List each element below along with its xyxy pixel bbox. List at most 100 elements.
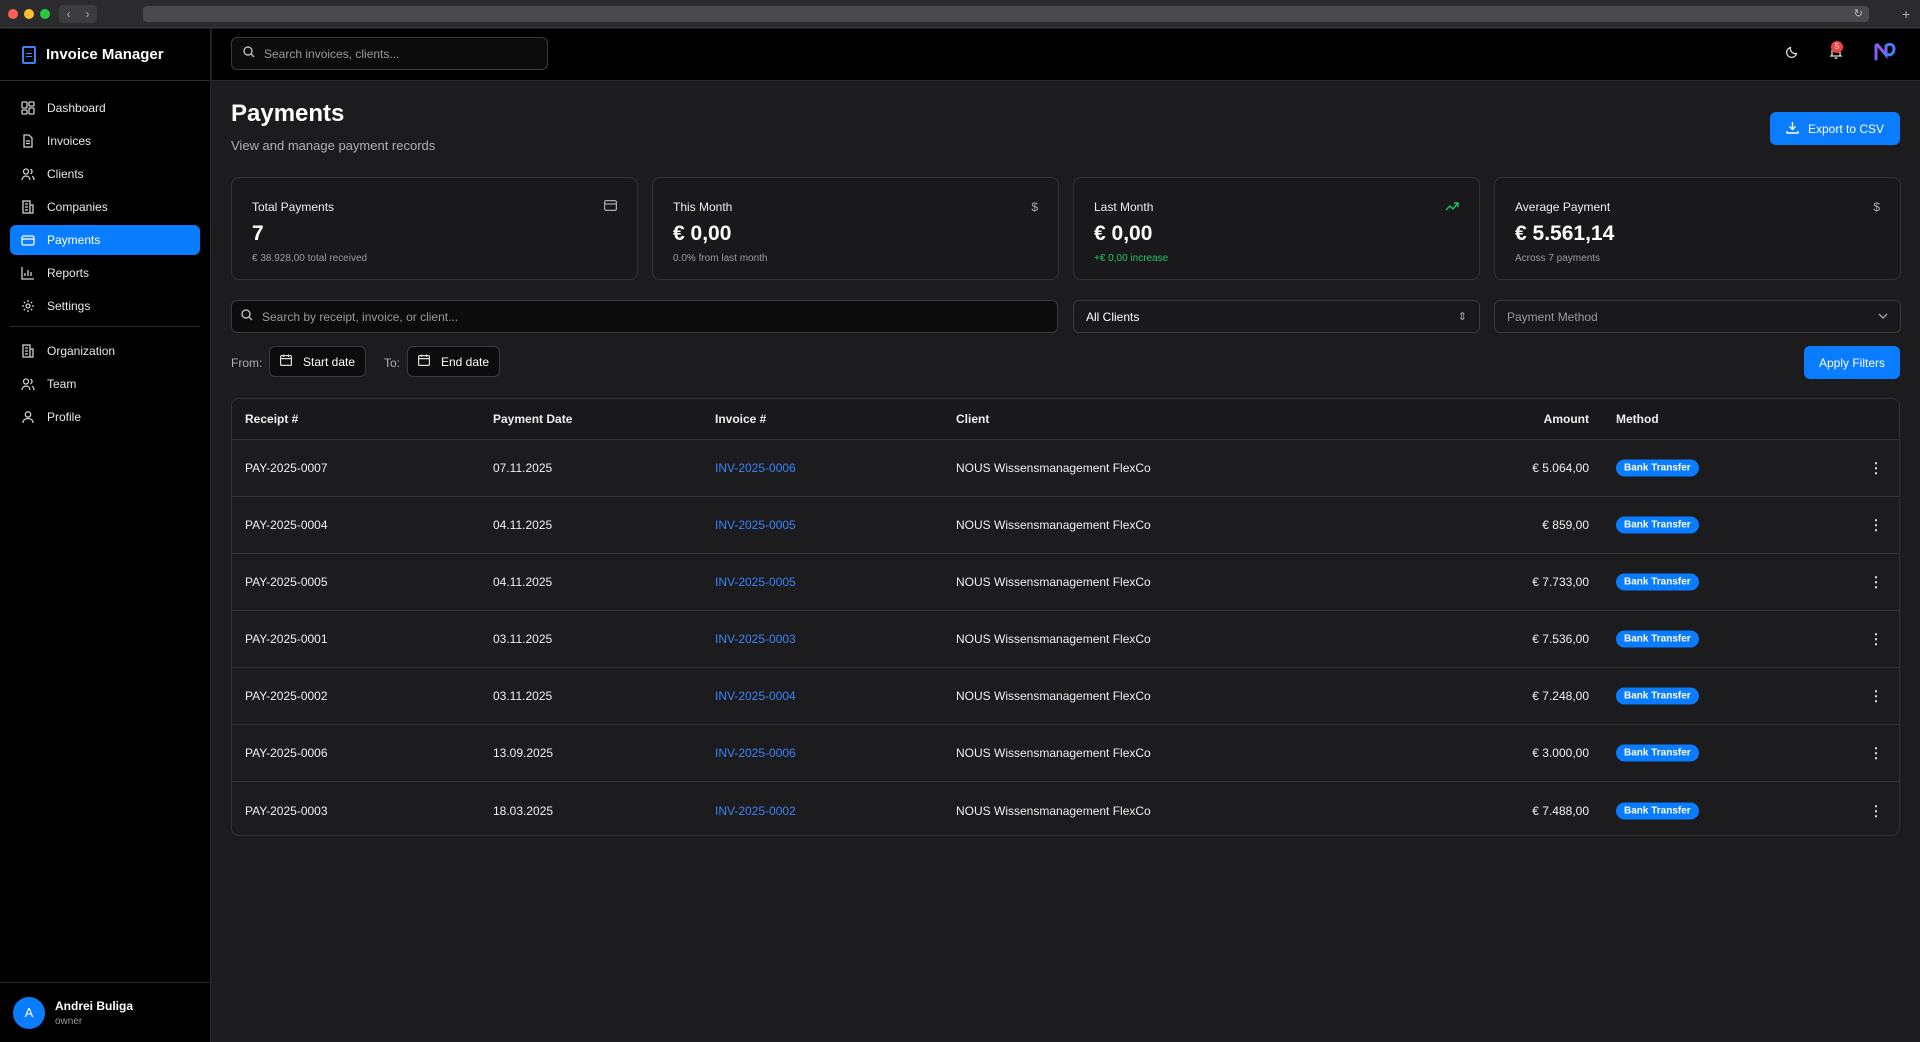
invoice-link[interactable]: INV-2025-0006: [715, 746, 796, 760]
column-header-client[interactable]: Client: [956, 412, 989, 426]
invoice-link[interactable]: INV-2025-0005: [715, 518, 796, 532]
user-name: Andrei Buliga: [55, 998, 134, 1013]
client-name: NOUS Wissensmanagement FlexCo: [956, 518, 1151, 532]
back-icon[interactable]: ‹: [59, 5, 78, 23]
sidebar-item-settings[interactable]: Settings: [10, 291, 200, 321]
more-options-icon[interactable]: ⋮: [1869, 802, 1883, 819]
app-name: Invoice Manager: [46, 46, 164, 63]
sidebar-item-companies[interactable]: Companies: [10, 192, 200, 222]
dollar-icon: $: [1873, 200, 1880, 214]
stat-title: Last Month: [1094, 200, 1154, 214]
reload-icon[interactable]: ↻: [1854, 7, 1863, 20]
column-header-receipt[interactable]: Receipt #: [245, 412, 298, 426]
brand-logo-icon[interactable]: [1874, 42, 1896, 66]
more-options-icon[interactable]: ⋮: [1869, 517, 1883, 534]
sidebar-item-team[interactable]: Team: [10, 369, 200, 399]
table-row[interactable]: PAY-2025-0004 04.11.2025 INV-2025-0005 N…: [232, 497, 1899, 554]
payment-amount: € 7.536,00: [1532, 632, 1589, 646]
column-header-amount[interactable]: Amount: [1544, 412, 1589, 426]
sidebar-item-dashboard[interactable]: Dashboard: [10, 93, 200, 123]
stat-title: Total Payments: [252, 200, 335, 214]
new-tab-icon[interactable]: +: [1902, 6, 1910, 22]
sidebar-item-payments[interactable]: Payments: [10, 225, 200, 255]
minimize-window-button[interactable]: [24, 9, 34, 19]
brand[interactable]: Invoice Manager: [0, 29, 210, 81]
table-row[interactable]: PAY-2025-0006 13.09.2025 INV-2025-0006 N…: [232, 725, 1899, 782]
stat-subtext: € 38.928,00 total received: [252, 253, 368, 264]
apply-filters-button[interactable]: Apply Filters: [1804, 346, 1900, 379]
payment-amount: € 7.488,00: [1532, 803, 1589, 818]
sidebar-item-clients[interactable]: Clients: [10, 159, 200, 189]
client-select[interactable]: All Clients ⇕: [1073, 300, 1480, 333]
method-badge: Bank Transfer: [1616, 459, 1699, 477]
stat-title: This Month: [673, 200, 733, 214]
invoice-link[interactable]: INV-2025-0002: [715, 804, 796, 818]
invoice-link[interactable]: INV-2025-0006: [715, 461, 796, 475]
table-row[interactable]: PAY-2025-0001 03.11.2025 INV-2025-0003 N…: [232, 611, 1899, 668]
sidebar-item-reports[interactable]: Reports: [10, 258, 200, 288]
sidebar-item-label: Payments: [47, 233, 101, 247]
global-search[interactable]: [231, 37, 548, 70]
search-icon: [241, 308, 253, 326]
stat-title: Average Payment: [1515, 200, 1611, 214]
receipt-number: PAY-2025-0006: [245, 746, 328, 760]
user-profile[interactable]: A Andrei Buliga owner: [0, 982, 211, 1042]
more-options-icon[interactable]: ⋮: [1869, 460, 1883, 477]
export-csv-button[interactable]: Export to CSV: [1770, 112, 1900, 145]
download-icon: [1786, 121, 1799, 137]
main-content: Payments View and manage payment records…: [212, 82, 1920, 1042]
more-options-icon[interactable]: ⋮: [1869, 631, 1883, 648]
bar-chart-icon: [21, 266, 35, 280]
method-badge: Bank Transfer: [1616, 516, 1699, 534]
moon-icon[interactable]: [1785, 45, 1799, 64]
sidebar-item-organization[interactable]: Organization: [10, 336, 200, 366]
method-badge: Bank Transfer: [1616, 744, 1699, 762]
invoice-link[interactable]: INV-2025-0003: [715, 632, 796, 646]
sidebar-item-label: Invoices: [47, 134, 92, 148]
end-date-label: End date: [441, 354, 490, 369]
more-options-icon[interactable]: ⋮: [1869, 688, 1883, 705]
address-bar[interactable]: ↻: [143, 6, 1869, 22]
close-window-button[interactable]: [8, 9, 18, 19]
end-date-picker[interactable]: End date: [407, 346, 501, 377]
start-date-picker[interactable]: Start date: [269, 346, 367, 377]
calendar-icon: [418, 354, 431, 369]
stat-subtext: +€ 0,00 increase: [1094, 253, 1169, 264]
user-role: owner: [55, 1015, 83, 1027]
stat-subtext: Across 7 payments: [1515, 253, 1601, 264]
payment-search[interactable]: [231, 300, 1058, 333]
payment-date: 13.09.2025: [493, 746, 554, 760]
users-icon: [21, 167, 35, 181]
to-label: To:: [384, 356, 401, 370]
browser-nav: ‹ ›: [59, 5, 97, 23]
payment-search-input[interactable]: [262, 309, 1042, 324]
stat-card-total-payments: Total Payments 7 € 38.928,00 total recei…: [231, 177, 638, 280]
sidebar-item-invoices[interactable]: Invoices: [10, 126, 200, 156]
column-header-invoice[interactable]: Invoice #: [715, 412, 766, 426]
invoice-link[interactable]: INV-2025-0004: [715, 689, 796, 703]
sidebar-item-profile[interactable]: Profile: [10, 402, 200, 432]
invoice-logo-icon: [22, 45, 36, 64]
more-options-icon[interactable]: ⋮: [1869, 574, 1883, 591]
stat-card-last-month: Last Month € 0,00 +€ 0,00 increase: [1073, 177, 1480, 280]
payment-date: 07.11.2025: [493, 461, 553, 475]
avatar: A: [13, 996, 45, 1029]
sidebar-item-label: Team: [47, 377, 77, 391]
more-options-icon[interactable]: ⋮: [1869, 745, 1883, 762]
sidebar-divider: [10, 326, 200, 327]
global-search-input[interactable]: [264, 46, 524, 61]
column-header-payment-date[interactable]: Payment Date: [493, 412, 572, 426]
table-row[interactable]: PAY-2025-0002 03.11.2025 INV-2025-0004 N…: [232, 668, 1899, 725]
forward-icon[interactable]: ›: [78, 5, 97, 23]
table-row[interactable]: PAY-2025-0003 18.03.2025 INV-2025-0002 N…: [232, 782, 1899, 835]
table-row[interactable]: PAY-2025-0007 07.11.2025 INV-2025-0006 N…: [232, 440, 1899, 497]
invoice-link[interactable]: INV-2025-0005: [715, 575, 796, 589]
file-icon: [21, 134, 35, 148]
maximize-window-button[interactable]: [40, 9, 50, 19]
payment-method-select[interactable]: Payment Method: [1494, 300, 1901, 333]
stat-value: € 5.561,14: [1515, 222, 1615, 245]
table-row[interactable]: PAY-2025-0005 04.11.2025 INV-2025-0005 N…: [232, 554, 1899, 611]
gear-icon: [21, 299, 35, 313]
column-header-method[interactable]: Method: [1616, 412, 1659, 426]
payment-date: 18.03.2025: [493, 803, 554, 818]
